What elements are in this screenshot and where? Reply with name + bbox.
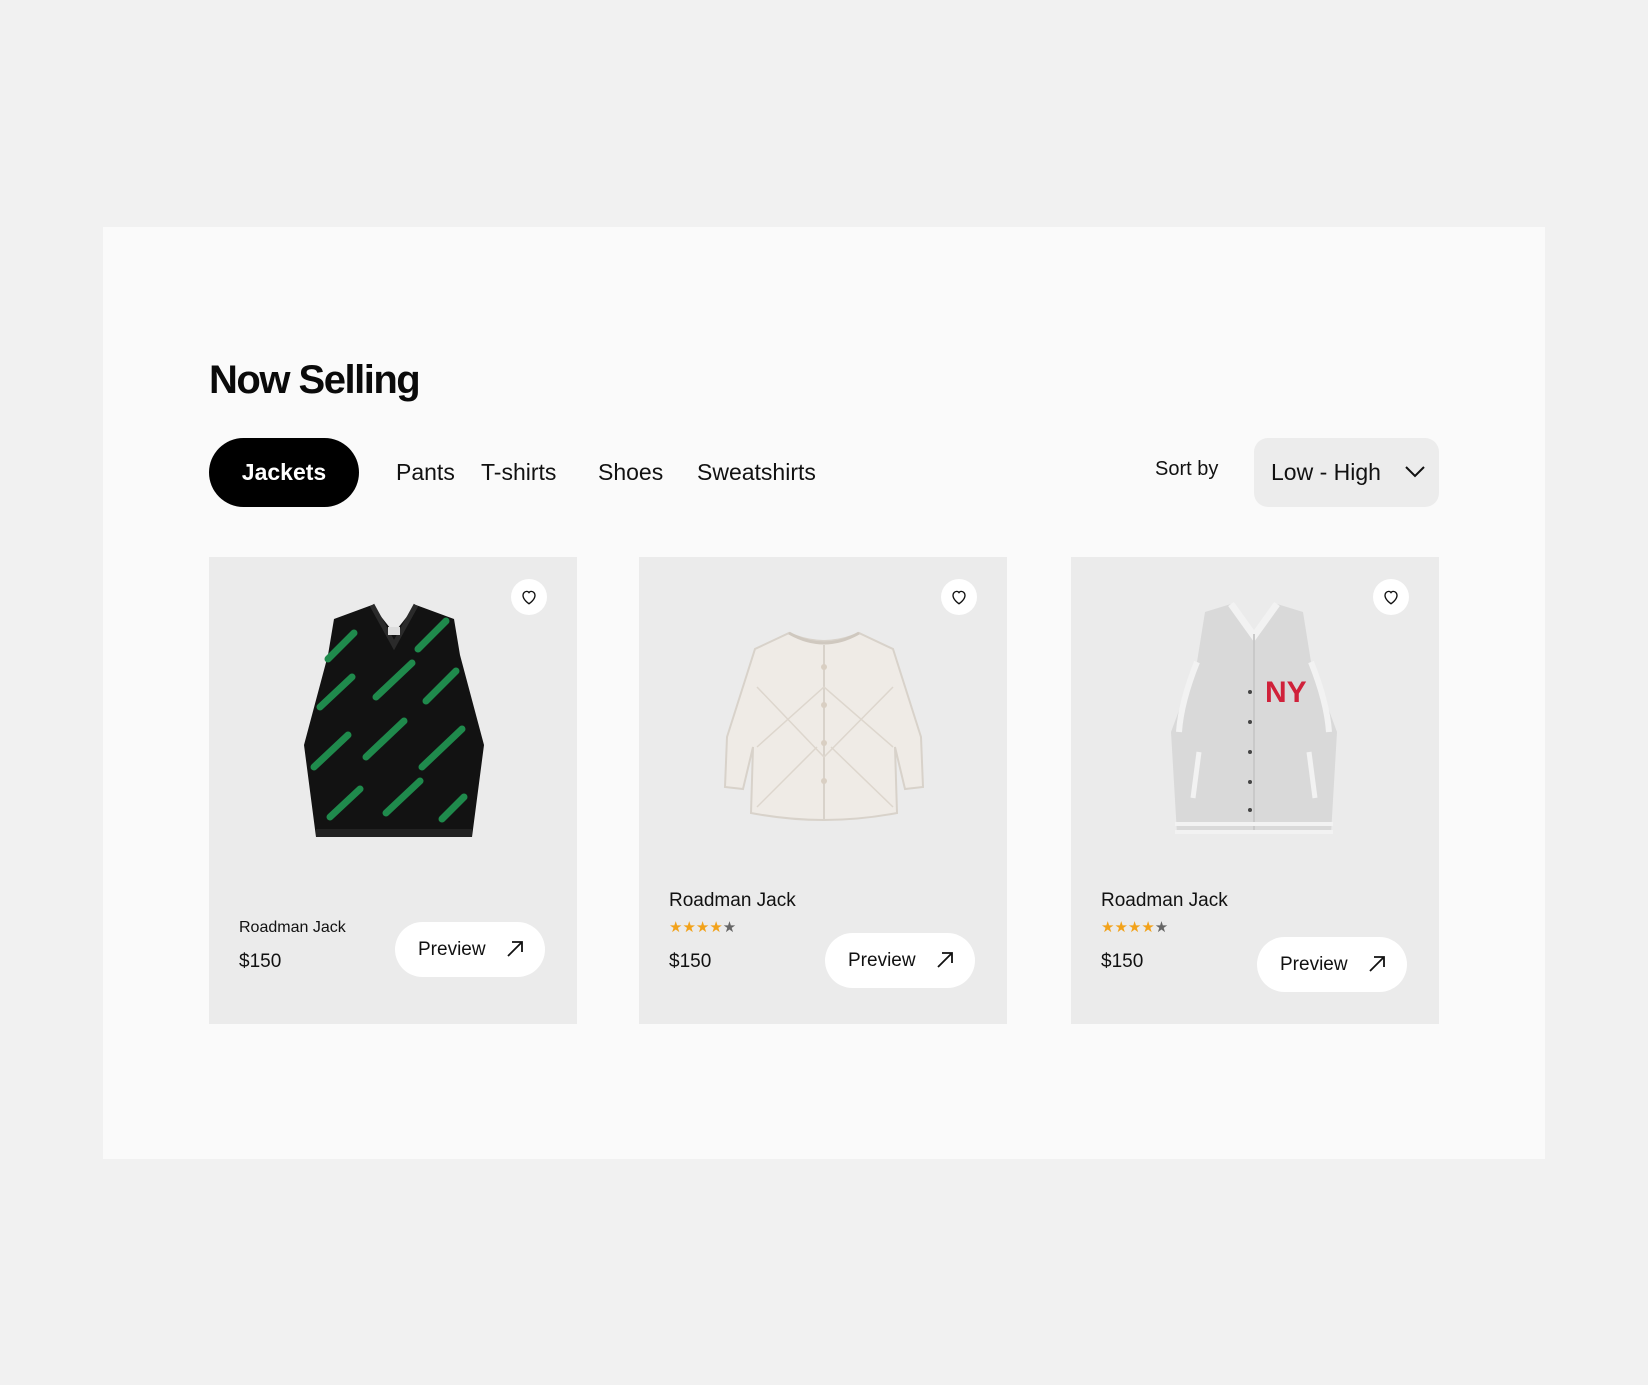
star-rating: ★★★★★	[1101, 918, 1168, 936]
tab-shoes[interactable]: Shoes	[598, 438, 663, 507]
preview-button[interactable]: Preview	[825, 933, 975, 988]
product-image-varsity-vest: NY	[1171, 602, 1337, 834]
tab-sweatshirts[interactable]: Sweatshirts	[697, 438, 816, 507]
arrow-up-right-icon	[937, 952, 953, 968]
star-filled-icon: ★★★★	[669, 919, 723, 936]
product-card[interactable]: Roadman Jack ★★★★★ $150 Preview	[639, 557, 1007, 1024]
sort-label: Sort by	[1155, 458, 1219, 480]
product-image-quilted-jacket	[723, 631, 925, 821]
product-price: $150	[669, 951, 712, 972]
preview-button[interactable]: Preview	[1257, 937, 1407, 992]
arrow-up-right-icon	[507, 941, 523, 957]
preview-label: Preview	[1280, 954, 1348, 975]
product-price: $150	[239, 951, 282, 972]
favorite-button[interactable]	[511, 579, 547, 615]
product-name: Roadman Jack	[239, 919, 346, 936]
now-selling-panel: Now Selling Jackets Pants T-shirts Shoes…	[103, 227, 1545, 1159]
favorite-button[interactable]	[941, 579, 977, 615]
heart-icon	[522, 590, 536, 605]
tab-t-shirts[interactable]: T-shirts	[481, 438, 556, 507]
product-price: $150	[1101, 951, 1144, 972]
star-empty-icon: ★	[1154, 919, 1169, 936]
preview-label: Preview	[418, 939, 486, 960]
product-name: Roadman Jack	[1101, 890, 1228, 911]
product-name: Roadman Jack	[669, 890, 796, 911]
preview-button[interactable]: Preview	[395, 922, 545, 977]
star-rating: ★★★★★	[669, 918, 736, 936]
product-card[interactable]: Roadman Jack $150 Preview	[209, 557, 577, 1024]
favorite-button[interactable]	[1373, 579, 1409, 615]
svg-text:NY: NY	[1265, 676, 1307, 709]
sort-dropdown[interactable]: Low - High	[1254, 438, 1439, 507]
tab-jackets[interactable]: Jackets	[209, 438, 359, 507]
arrow-up-right-icon	[1369, 956, 1385, 972]
chevron-down-icon	[1405, 466, 1425, 478]
sort-value: Low - High	[1271, 459, 1381, 485]
star-filled-icon: ★★★★	[1101, 919, 1155, 936]
heart-icon	[1384, 590, 1398, 605]
heart-icon	[952, 590, 966, 605]
page-title: Now Selling	[209, 358, 421, 402]
tab-pants[interactable]: Pants	[396, 438, 455, 507]
product-card[interactable]: NY Roadman Jack ★★★★★ $150 Preview	[1071, 557, 1439, 1024]
preview-label: Preview	[848, 950, 916, 971]
product-image-knit-vest	[304, 603, 484, 837]
star-empty-icon: ★	[722, 919, 737, 936]
